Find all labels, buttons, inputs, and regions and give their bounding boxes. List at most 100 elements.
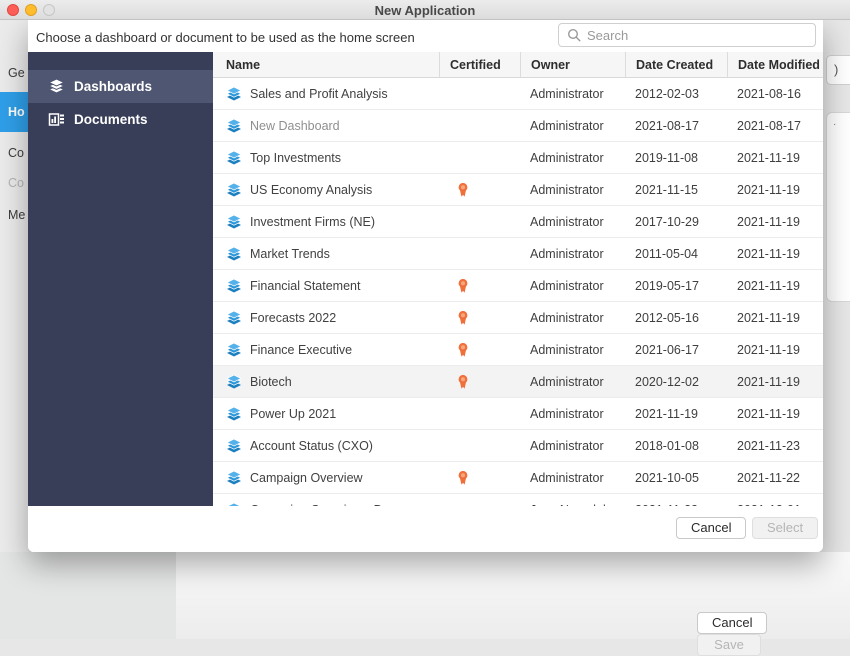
dashboard-icon (226, 182, 242, 198)
sidebar-item-label: Documents (74, 112, 148, 127)
dialog-select-button[interactable]: Select (752, 517, 818, 539)
row-date-modified-cell: 2021-08-16 (727, 78, 823, 109)
row-date-modified-cell: 2021-11-19 (727, 366, 823, 397)
row-date-created-cell: 2012-02-03 (625, 78, 727, 109)
column-header-date-created[interactable]: Date Created (625, 52, 727, 77)
row-date-modified-cell: 2021-11-19 (727, 270, 823, 301)
certified-ribbon-icon (457, 310, 469, 326)
dialog-prompt: Choose a dashboard or document to be use… (36, 30, 415, 45)
row-date-created-cell: 2012-05-16 (625, 302, 727, 333)
background-nav-item-components[interactable]: Co (8, 146, 24, 160)
table-row[interactable]: Campaign Overview - Dev Jose Nosedal 202… (213, 494, 823, 506)
row-certified-cell (439, 270, 520, 301)
column-header-certified[interactable]: Certified (439, 52, 520, 77)
table-row[interactable]: Investment Firms (NE) Administrator 2017… (213, 206, 823, 238)
table-row[interactable]: Top Investments Administrator 2019-11-08… (213, 142, 823, 174)
row-owner-cell: Administrator (520, 334, 625, 365)
table-row[interactable]: New Dashboard Administrator 2021-08-17 2… (213, 110, 823, 142)
table-row[interactable]: Market Trends Administrator 2011-05-04 2… (213, 238, 823, 270)
background-nav-item-general[interactable]: Ge (8, 66, 25, 80)
row-certified-cell (439, 494, 520, 506)
documents-icon (48, 111, 65, 128)
dashboard-icon (226, 374, 242, 390)
row-owner-cell: Administrator (520, 462, 625, 493)
row-owner-cell: Administrator (520, 270, 625, 301)
row-date-modified-cell: 2021-11-19 (727, 206, 823, 237)
sidebar-item-documents[interactable]: Documents (28, 103, 213, 136)
row-certified-cell (439, 110, 520, 141)
row-owner-cell: Administrator (520, 174, 625, 205)
row-name-label: Forecasts 2022 (250, 311, 336, 325)
dialog-sidebar: Dashboards Documents (28, 52, 213, 506)
row-name-label: Power Up 2021 (250, 407, 336, 421)
dashboard-icon (226, 406, 242, 422)
background-nav-item-disabled: Co (8, 176, 24, 190)
certified-ribbon-icon (457, 278, 469, 294)
dashboard-icon (226, 310, 242, 326)
row-name-label: Sales and Profit Analysis (250, 87, 388, 101)
table-row[interactable]: Campaign Overview Administrator 2021-10-… (213, 462, 823, 494)
table-row[interactable]: Sales and Profit Analysis Administrator … (213, 78, 823, 110)
row-name-cell: Sales and Profit Analysis (213, 78, 439, 109)
table-row[interactable]: US Economy Analysis Administrator 2021-1… (213, 174, 823, 206)
window-save-button[interactable]: Save (697, 634, 761, 656)
row-date-created-cell: 2011-05-04 (625, 238, 727, 269)
sidebar-item-label: Dashboards (74, 79, 152, 94)
row-certified-cell (439, 462, 520, 493)
window-titlebar: New Application (0, 0, 850, 20)
row-date-modified-cell: 2021-11-19 (727, 174, 823, 205)
certified-ribbon-icon (457, 182, 469, 198)
row-name-label: Biotech (250, 375, 292, 389)
row-date-modified-cell: 2021-12-01 (727, 494, 823, 506)
certified-ribbon-icon (457, 342, 469, 358)
row-owner-cell: Administrator (520, 398, 625, 429)
sidebar-item-dashboards[interactable]: Dashboards (28, 70, 213, 103)
row-owner-cell: Administrator (520, 142, 625, 173)
row-certified-cell (439, 302, 520, 333)
table-row[interactable]: Account Status (CXO) Administrator 2018-… (213, 430, 823, 462)
background-nav-item-more[interactable]: Me (8, 208, 25, 222)
dashboard-icon (226, 438, 242, 454)
row-name-cell: New Dashboard (213, 110, 439, 141)
background-panel-fragment: · (826, 112, 850, 302)
dashboard-icon (226, 214, 242, 230)
table-row[interactable]: Financial Statement Administrator 2019-0… (213, 270, 823, 302)
row-date-created-cell: 2017-10-29 (625, 206, 727, 237)
dialog-cancel-button[interactable]: Cancel (676, 517, 746, 539)
row-name-label: Market Trends (250, 247, 330, 261)
window-title: New Application (0, 3, 850, 18)
column-header-date-modified[interactable]: Date Modified (727, 52, 823, 77)
column-header-name[interactable]: Name (213, 52, 439, 77)
row-name-cell: Account Status (CXO) (213, 430, 439, 461)
background-nav-item-home[interactable]: Ho (0, 92, 28, 132)
row-date-modified-cell: 2021-11-19 (727, 334, 823, 365)
table-row[interactable]: Power Up 2021 Administrator 2021-11-19 2… (213, 398, 823, 430)
table-row[interactable]: Finance Executive Administrator 2021-06-… (213, 334, 823, 366)
row-name-label: Investment Firms (NE) (250, 215, 375, 229)
certified-ribbon-icon (457, 470, 469, 486)
search-box[interactable] (558, 23, 816, 47)
row-certified-cell (439, 430, 520, 461)
row-date-modified-cell: 2021-11-19 (727, 302, 823, 333)
row-name-label: Account Status (CXO) (250, 439, 373, 453)
row-date-modified-cell: 2021-11-22 (727, 462, 823, 493)
search-input[interactable] (587, 28, 807, 43)
row-owner-cell: Administrator (520, 430, 625, 461)
row-date-modified-cell: 2021-11-19 (727, 238, 823, 269)
background-nav-strip: Ge Ho Co Co Me (0, 20, 28, 639)
row-certified-cell (439, 206, 520, 237)
column-header-owner[interactable]: Owner (520, 52, 625, 77)
background-page-left (0, 552, 176, 639)
home-screen-picker-dialog: Choose a dashboard or document to be use… (28, 20, 823, 552)
row-name-cell: Market Trends (213, 238, 439, 269)
window-cancel-button[interactable]: Cancel (697, 612, 767, 634)
table-row[interactable]: Biotech Administrator 2020-12-02 2021-11… (213, 366, 823, 398)
dashboard-icon (226, 246, 242, 262)
row-date-modified-cell: 2021-11-23 (727, 430, 823, 461)
row-owner-cell: Administrator (520, 206, 625, 237)
table-row[interactable]: Forecasts 2022 Administrator 2012-05-16 … (213, 302, 823, 334)
row-date-modified-cell: 2021-11-19 (727, 398, 823, 429)
dashboard-icon (226, 278, 242, 294)
row-name-label: Financial Statement (250, 279, 360, 293)
row-name-label: Finance Executive (250, 343, 352, 357)
